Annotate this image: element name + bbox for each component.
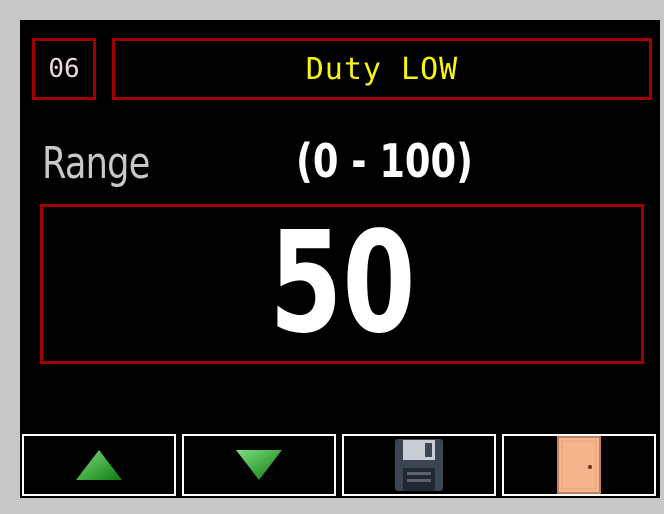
save-button[interactable] (342, 434, 496, 496)
exit-button[interactable] (502, 434, 656, 496)
button-bar (20, 432, 660, 498)
arrow-up-icon (76, 450, 122, 480)
increase-button[interactable] (22, 434, 176, 496)
parameter-title-box: Duty LOW (112, 38, 652, 100)
range-value: (0 - 100) (296, 134, 473, 188)
parameter-number-box: 06 (32, 38, 96, 100)
door-icon (557, 436, 601, 494)
parameter-number: 06 (48, 54, 80, 84)
value-display-box: 50 (40, 204, 644, 364)
decrease-button[interactable] (182, 434, 336, 496)
arrow-down-icon (236, 450, 282, 480)
parameter-title: Duty LOW (305, 51, 459, 87)
floppy-disk-icon (395, 439, 443, 491)
current-value: 50 (268, 202, 416, 365)
device-screen: 06 Duty LOW Range (0 - 100) 50 (20, 20, 660, 498)
range-label: Range (42, 138, 150, 189)
